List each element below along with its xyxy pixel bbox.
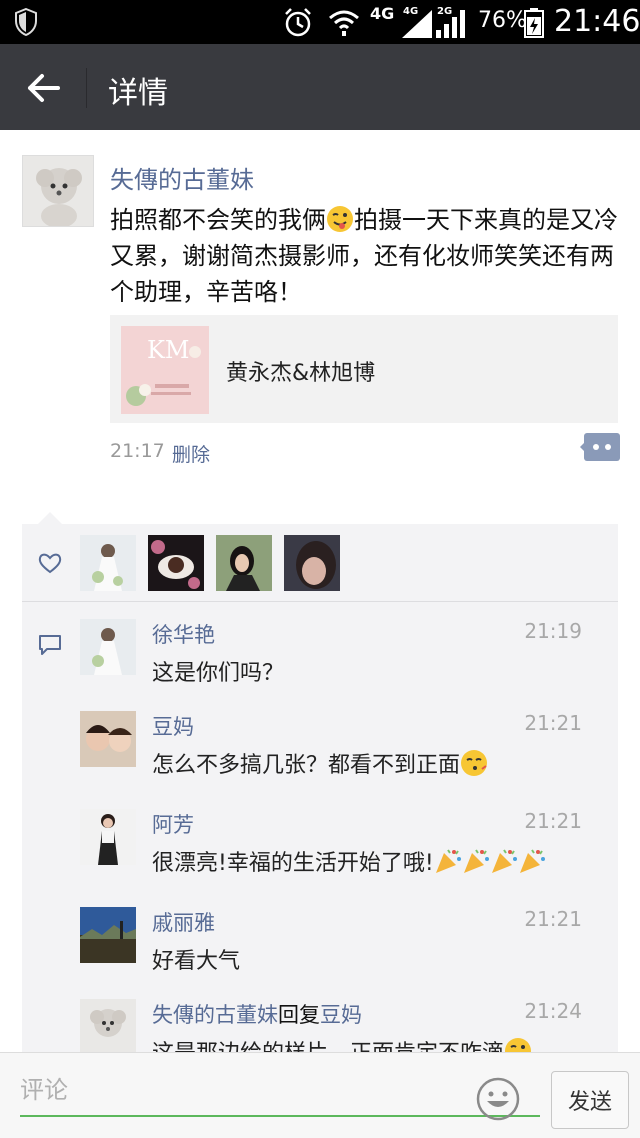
sim1-network-label: 4G xyxy=(403,6,419,17)
reply-word: 回复 xyxy=(278,1003,320,1027)
avatar[interactable] xyxy=(80,711,136,767)
comment-time: 21:21 xyxy=(524,711,582,735)
link-thumb-text: KM xyxy=(147,336,190,364)
avatar[interactable] xyxy=(22,155,94,227)
battery-icon xyxy=(524,8,544,38)
comment-author[interactable]: 阿芳 xyxy=(152,809,194,839)
reply-target[interactable]: 豆妈 xyxy=(320,1003,362,1027)
comment-text: 好看大气 xyxy=(152,949,241,974)
alarm-icon xyxy=(285,8,311,37)
network-type: 4G xyxy=(370,4,395,23)
wink-tongue-emoji-icon xyxy=(327,206,353,232)
avatar[interactable] xyxy=(80,619,136,675)
comment-text: 这是你们吗？ xyxy=(152,661,285,686)
poodle-avatar-image xyxy=(23,156,93,226)
link-thumbnail: KM xyxy=(121,326,209,414)
post-author-name[interactable]: 失傳的古董妹 xyxy=(110,160,254,195)
party-popper-icon xyxy=(463,849,489,873)
heart-icon xyxy=(38,553,62,574)
comment-text: 怎么不多搞几张？都看不到正面 xyxy=(152,747,488,779)
comment-bubble-icon xyxy=(39,635,61,655)
comment-time: 21:21 xyxy=(524,809,582,833)
wifi-icon xyxy=(329,10,359,36)
delete-button[interactable]: 删除 xyxy=(172,440,210,467)
comment-author[interactable]: 戚丽雅 xyxy=(152,907,215,937)
party-popper-icon xyxy=(435,849,461,873)
shared-link-card[interactable]: KM 黄永杰&林旭博 xyxy=(110,315,618,423)
battery-percent: 76% xyxy=(478,8,527,33)
feedback-area: 徐华艳 21:19 这是你们吗？ 豆妈 21:21 怎么不多搞几张？都看不到正面… xyxy=(22,524,618,1054)
back-arrow-icon[interactable] xyxy=(20,64,68,112)
send-button[interactable]: 发送 xyxy=(551,1071,629,1129)
comment-author[interactable]: 豆妈 xyxy=(152,711,194,741)
like-avatar-3[interactable] xyxy=(216,535,272,591)
comment-text-content: 怎么不多搞几张？都看不到正面 xyxy=(152,753,461,778)
party-popper-icon xyxy=(491,849,517,873)
post-text: 拍照都不会笑的我俩 拍摄一天下来真的是又冷又累，谢谢简杰摄影师，还有化妆师笑笑还有… xyxy=(110,202,630,310)
feedback-pointer xyxy=(38,512,62,524)
party-popper-icon xyxy=(519,849,545,873)
shield-icon xyxy=(15,8,37,36)
smiley-emoji-button-icon[interactable] xyxy=(476,1077,520,1121)
avatar[interactable] xyxy=(80,809,136,865)
likes-row xyxy=(22,524,618,602)
status-bar: 4G 4G 2G 76% 21:46 xyxy=(0,0,640,44)
comment-input[interactable] xyxy=(20,1065,540,1117)
comment-text-content: 很漂亮!幸福的生活开始了哦! xyxy=(152,851,434,876)
sim2-network-label: 2G xyxy=(437,6,453,17)
comment-time: 21:21 xyxy=(524,907,582,931)
title-divider xyxy=(86,68,87,108)
like-avatar-2[interactable] xyxy=(148,535,204,591)
comment-options-icon[interactable] xyxy=(580,433,620,461)
like-avatar-1[interactable] xyxy=(80,535,136,591)
comment-time: 21:19 xyxy=(524,619,582,643)
link-title: 黄永杰&林旭博 xyxy=(226,361,376,386)
reply-author[interactable]: 失傳的古董妹 xyxy=(152,1003,278,1027)
post-time: 21:17 xyxy=(110,440,165,462)
comment-time: 21:24 xyxy=(524,999,582,1023)
post-text-part: 拍照都不会笑的我俩 xyxy=(110,206,326,234)
comment-text: 很漂亮!幸福的生活开始了哦! xyxy=(152,845,546,877)
like-avatar-4[interactable] xyxy=(284,535,340,591)
avatar[interactable] xyxy=(80,999,136,1054)
blowing-kiss-emoji-icon xyxy=(461,750,488,776)
page-title: 详情 xyxy=(108,76,168,111)
comment-author[interactable]: 徐华艳 xyxy=(152,619,215,649)
avatar[interactable] xyxy=(80,907,136,963)
title-bar: 详情 xyxy=(0,44,640,130)
comment-author: 失傳的古董妹回复豆妈 xyxy=(152,999,362,1029)
status-time: 21:46 xyxy=(554,4,640,39)
comment-input-bar: 发送 xyxy=(0,1052,640,1138)
